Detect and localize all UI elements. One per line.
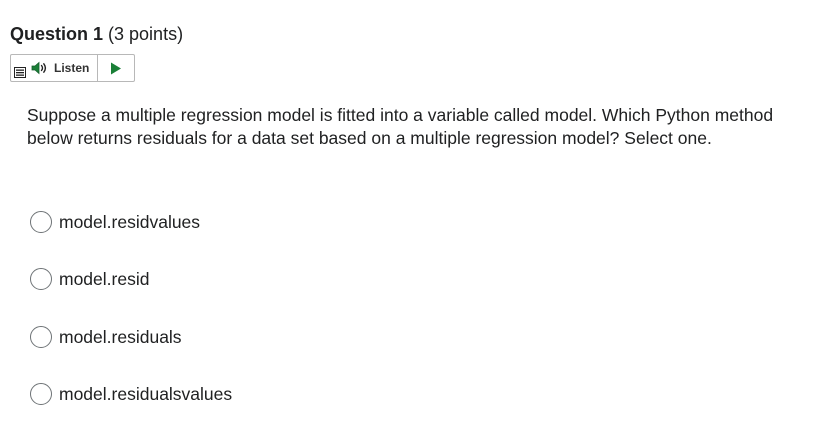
option-label[interactable]: model.resid bbox=[59, 269, 149, 290]
option-1[interactable]: model.residvalues bbox=[30, 209, 200, 235]
question-points: (3 points) bbox=[108, 24, 184, 44]
question-title: Question 1 bbox=[10, 24, 104, 44]
speaker-icon bbox=[31, 61, 49, 75]
option-2[interactable]: model.resid bbox=[30, 266, 149, 292]
radio-button[interactable] bbox=[30, 383, 52, 405]
option-label[interactable]: model.residuals bbox=[59, 327, 182, 348]
listen-button[interactable]: Listen bbox=[29, 55, 99, 81]
question-header: Question 1 (3 points) bbox=[10, 22, 183, 46]
radio-button[interactable] bbox=[30, 211, 52, 233]
question-text: Suppose a multiple regression model is f… bbox=[27, 105, 774, 148]
listen-label: Listen bbox=[54, 61, 90, 75]
play-icon bbox=[111, 62, 122, 74]
play-button[interactable] bbox=[98, 55, 134, 81]
radio-button[interactable] bbox=[30, 268, 52, 290]
option-3[interactable]: model.residuals bbox=[30, 324, 182, 350]
radio-button[interactable] bbox=[30, 326, 52, 348]
option-4[interactable]: model.residualsvalues bbox=[30, 381, 232, 407]
option-label[interactable]: model.residvalues bbox=[59, 212, 200, 233]
menu-icon[interactable] bbox=[11, 55, 29, 81]
option-label[interactable]: model.residualsvalues bbox=[59, 384, 232, 405]
read-aloud-toolbar: Listen bbox=[10, 54, 136, 82]
